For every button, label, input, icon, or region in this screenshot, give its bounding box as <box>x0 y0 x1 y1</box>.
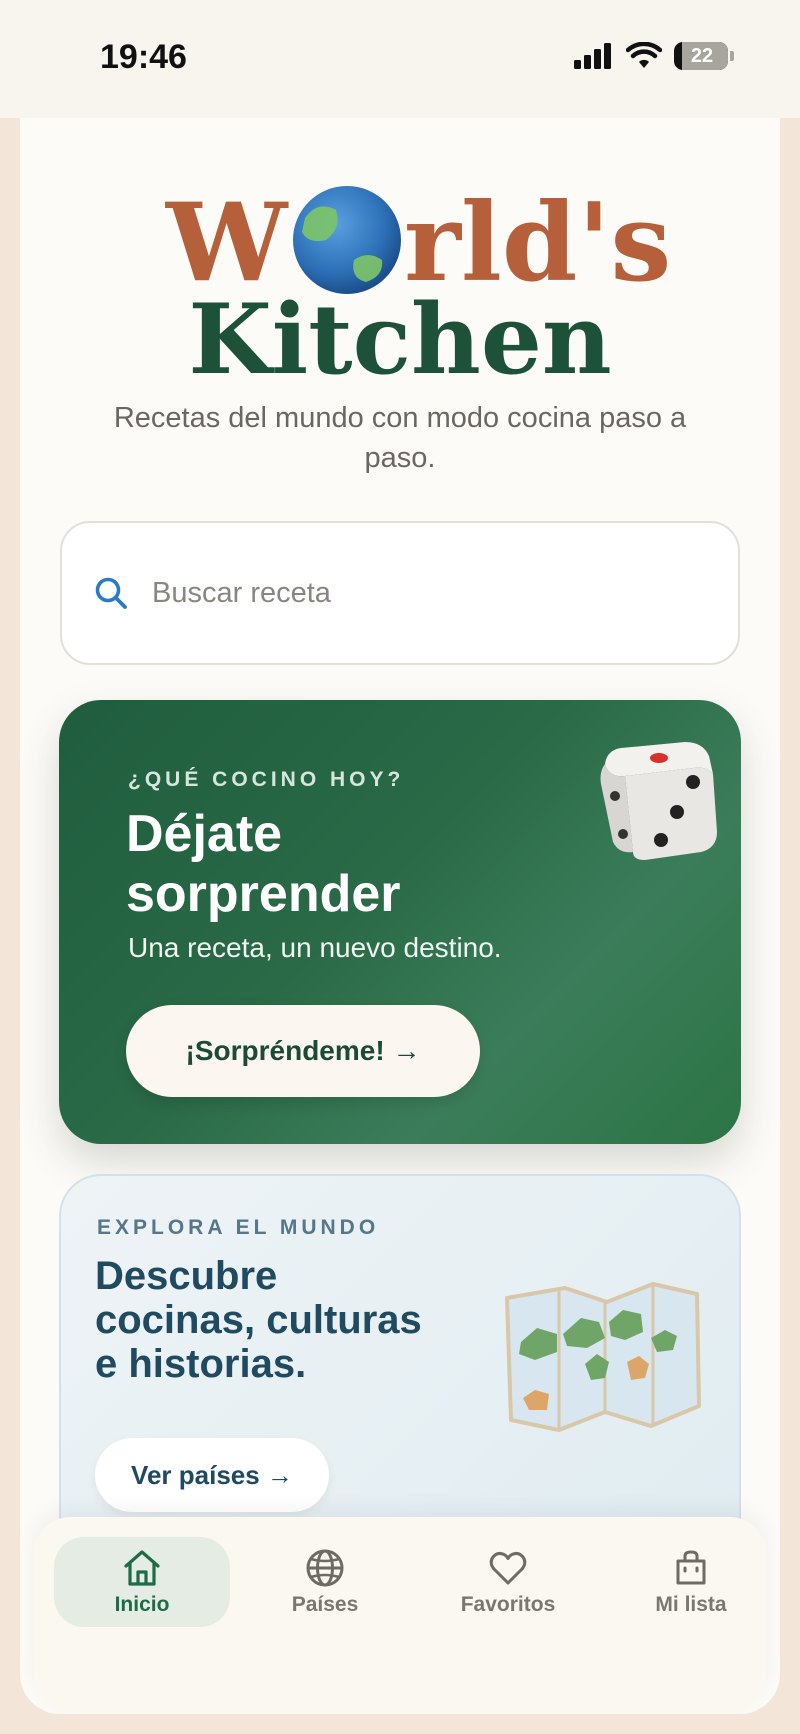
tab-paises[interactable]: Países <box>237 1537 413 1627</box>
surprise-description: Una receta, un nuevo destino. <box>128 932 502 963</box>
wifi-icon <box>626 42 662 68</box>
shopping-bag-icon <box>676 1550 706 1585</box>
globe-icon <box>306 1549 344 1587</box>
status-time: 19:46 <box>100 38 187 76</box>
surprise-me-button[interactable]: ¡Sorpréndeme! → <box>126 1005 480 1097</box>
home-icon <box>124 1550 160 1586</box>
tab-label-favoritos: Favoritos <box>460 1593 556 1616</box>
app-subtitle: Recetas del mundo con modo cocina paso a… <box>113 402 687 474</box>
logo-line2: Kitchen <box>188 283 611 396</box>
search-bar[interactable] <box>60 521 740 665</box>
status-bar: 19:46 22 <box>0 0 800 118</box>
surprise-eyebrow: ¿QUÉ COCINO HOY? <box>128 768 405 791</box>
search-icon <box>95 577 127 609</box>
battery-indicator: 22 <box>674 42 728 70</box>
status-icons: 22 <box>574 42 734 70</box>
dice-icon <box>600 742 717 860</box>
tab-mi-lista[interactable]: Mi lista <box>603 1537 779 1627</box>
explore-title: Descubre cocinas, culturas e historias. <box>95 1254 422 1386</box>
surprise-title: Déjate sorprender <box>126 805 401 923</box>
cellular-signal-icon <box>574 43 611 69</box>
globe-icon <box>293 186 401 294</box>
tab-label-mi-lista: Mi lista <box>655 1593 727 1616</box>
heart-icon <box>489 1551 527 1585</box>
search-input[interactable] <box>152 576 672 610</box>
surprise-card: ¿QUÉ COCINO HOY? Déjate sorprender Una r… <box>59 700 741 1144</box>
tab-label-inicio: Inicio <box>114 1593 170 1616</box>
battery-nub <box>730 51 734 61</box>
view-countries-button[interactable]: Ver países → <box>95 1438 329 1512</box>
tab-label-paises: Países <box>291 1593 359 1616</box>
tab-favoritos[interactable]: Favoritos <box>420 1537 596 1627</box>
tab-inicio[interactable]: Inicio <box>54 1537 230 1627</box>
explore-eyebrow: EXPLORA EL MUNDO <box>97 1216 380 1239</box>
bottom-tab-bar: Inicio Países Favoritos Mi lista <box>34 1517 766 1714</box>
map-icon <box>505 1282 701 1432</box>
home-screen: W rld's Kitchen Recetas del mundo con mo… <box>20 118 780 1714</box>
battery-percent: 22 <box>690 44 714 67</box>
